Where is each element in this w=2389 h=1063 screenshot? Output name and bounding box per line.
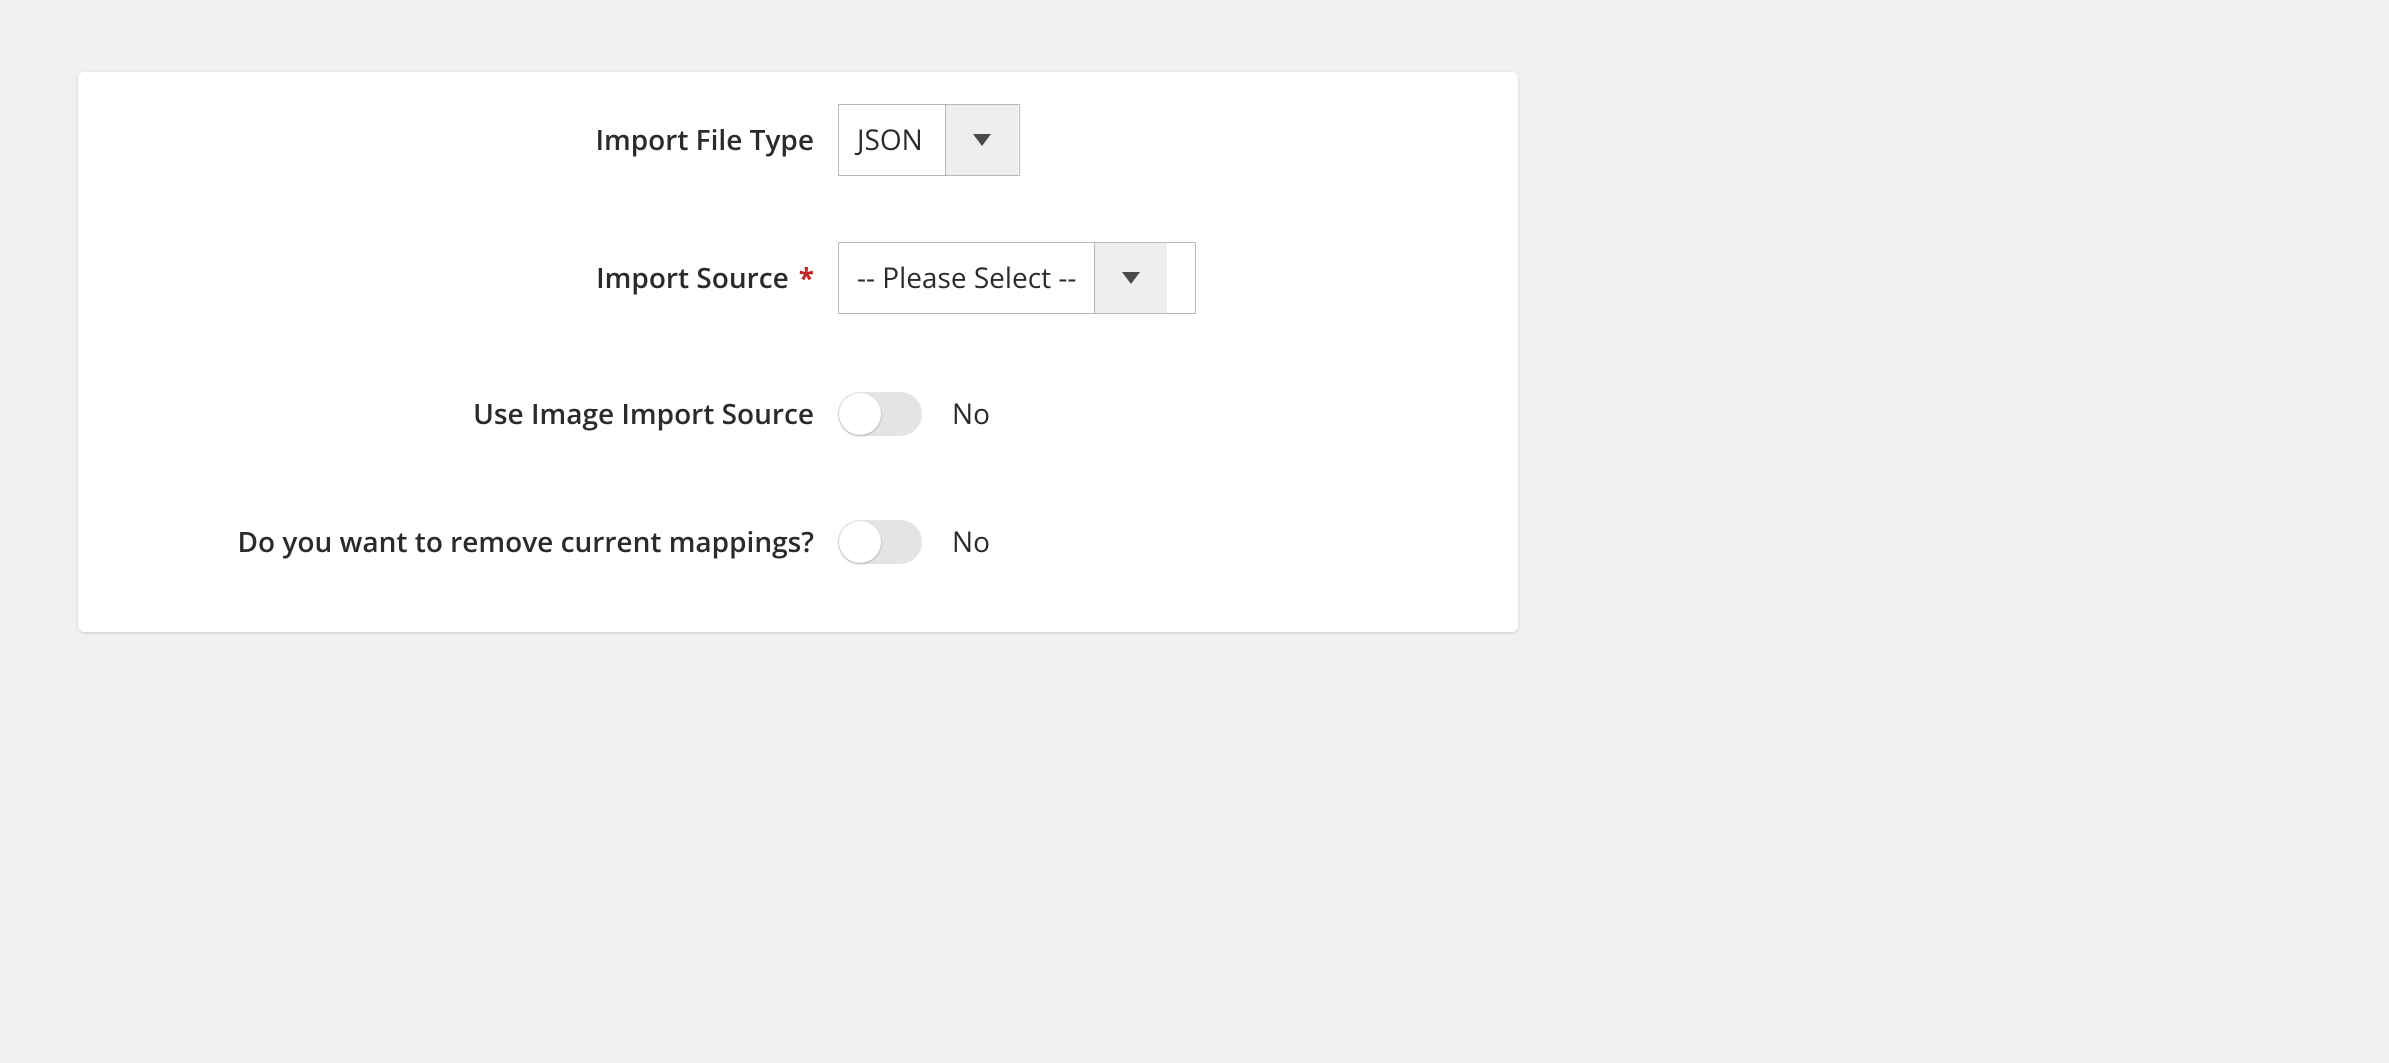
import-settings-panel: Import File Type JSON Import Source * -- …	[78, 72, 1518, 632]
label-import-source: Import Source *	[78, 261, 838, 296]
label-remove-mappings: Do you want to remove current mappings?	[78, 525, 838, 560]
toggle-use-image-import-source[interactable]	[838, 392, 922, 436]
toggle-remove-mappings-state: No	[952, 523, 990, 561]
caret-down-icon	[1122, 272, 1140, 284]
toggle-use-image-import-source-state: No	[952, 395, 990, 433]
field-remove-mappings: Do you want to remove current mappings? …	[78, 502, 1518, 582]
label-import-file-type: Import File Type	[78, 123, 838, 158]
caret-down-icon	[973, 134, 991, 146]
select-import-file-type-button[interactable]	[945, 105, 1018, 175]
label-use-image-import-source: Use Image Import Source	[78, 397, 838, 432]
select-import-source-value: -- Please Select --	[839, 243, 1094, 313]
toggle-remove-mappings[interactable]	[838, 520, 922, 564]
select-import-file-type[interactable]: JSON	[838, 104, 1020, 176]
field-import-source: Import Source * -- Please Select --	[78, 242, 1518, 314]
required-asterisk-icon: *	[799, 259, 814, 297]
toggle-knob-icon	[839, 393, 881, 435]
toggle-knob-icon	[839, 521, 881, 563]
select-import-file-type-value: JSON	[839, 105, 945, 175]
select-import-source-button[interactable]	[1094, 243, 1167, 313]
select-import-source[interactable]: -- Please Select --	[838, 242, 1196, 314]
label-import-source-text: Import Source	[596, 259, 789, 297]
field-use-image-import-source: Use Image Import Source No	[78, 392, 1518, 436]
field-import-file-type: Import File Type JSON	[78, 104, 1518, 176]
